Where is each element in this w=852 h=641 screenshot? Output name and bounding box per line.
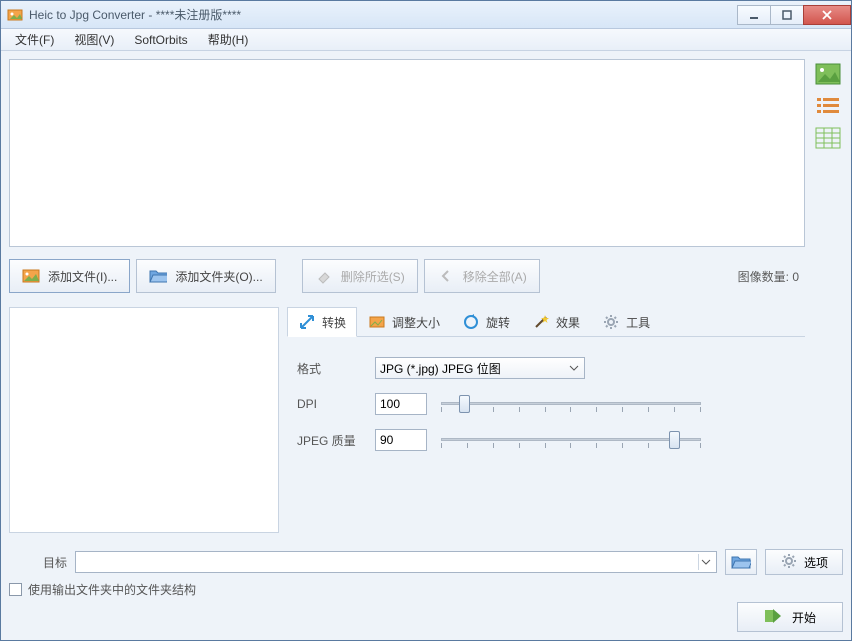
tab-label: 转换	[322, 314, 346, 331]
view-details-button[interactable]	[815, 127, 841, 149]
preview-pane	[9, 307, 279, 533]
menu-file[interactable]: 文件(F)	[5, 29, 64, 50]
folder-icon	[149, 267, 167, 285]
format-combo[interactable]: JPG (*.jpg) JPEG 位图	[375, 357, 585, 379]
app-window: Heic to Jpg Converter - ****未注册版**** 文件(…	[0, 0, 852, 641]
titlebar: Heic to Jpg Converter - ****未注册版****	[1, 1, 851, 29]
rotate-icon	[462, 313, 480, 331]
main-column: 添加文件(I)... 添加文件夹(O)... 删除所选(S) 移除全部(A) 图…	[9, 59, 805, 535]
view-switcher	[813, 59, 843, 535]
add-folder-button[interactable]: 添加文件夹(O)...	[136, 259, 275, 293]
folder-structure-checkbox[interactable]	[9, 583, 22, 596]
quality-row: JPEG 质量 90	[297, 429, 795, 451]
tab-resize[interactable]: 调整大小	[357, 307, 451, 336]
menubar: 文件(F) 视图(V) SoftOrbits 帮助(H)	[1, 29, 851, 51]
checkbox-label: 使用输出文件夹中的文件夹结构	[28, 581, 196, 598]
tab-tools[interactable]: 工具	[591, 307, 661, 336]
view-list-button[interactable]	[815, 95, 841, 117]
file-toolbar: 添加文件(I)... 添加文件夹(O)... 删除所选(S) 移除全部(A) 图…	[9, 259, 805, 293]
tab-label: 调整大小	[392, 314, 440, 331]
bottom-panel: 目标 选项 使用输出文件夹中的文件夹结构 开始	[1, 543, 851, 640]
chevron-down-icon	[698, 554, 714, 570]
start-button[interactable]: 开始	[737, 602, 843, 632]
view-thumbnails-button[interactable]	[815, 63, 841, 85]
start-row: 开始	[9, 602, 843, 632]
button-label: 选项	[804, 554, 828, 571]
quality-slider[interactable]	[441, 429, 701, 451]
browse-folder-button[interactable]	[725, 549, 757, 575]
dpi-row: DPI 100	[297, 393, 795, 415]
button-label: 添加文件夹(O)...	[175, 268, 262, 285]
tab-rotate[interactable]: 旋转	[451, 307, 521, 336]
format-row: 格式 JPG (*.jpg) JPEG 位图	[297, 357, 795, 379]
combo-value: JPG (*.jpg) JPEG 位图	[380, 360, 501, 377]
close-button[interactable]	[803, 5, 851, 25]
file-list[interactable]	[9, 59, 805, 247]
tab-effects[interactable]: 效果	[521, 307, 591, 336]
tab-label: 工具	[626, 314, 650, 331]
folder-structure-row: 使用输出文件夹中的文件夹结构	[9, 581, 843, 598]
wand-icon	[532, 313, 550, 331]
remove-all-button[interactable]: 移除全部(A)	[424, 259, 540, 293]
settings-pane: 转换 调整大小 旋转 效果	[287, 307, 805, 533]
minimize-button[interactable]	[737, 5, 771, 25]
dpi-input[interactable]: 100	[375, 393, 427, 415]
window-title: Heic to Jpg Converter - ****未注册版****	[29, 6, 738, 23]
image-icon	[22, 267, 40, 285]
image-count-label: 图像数量: 0	[738, 268, 805, 285]
menu-softorbits[interactable]: SoftOrbits	[124, 31, 197, 49]
options-button[interactable]: 选项	[765, 549, 843, 575]
convert-icon	[298, 313, 316, 331]
target-label: 目标	[9, 554, 67, 571]
tab-label: 效果	[556, 314, 580, 331]
convert-tab-body: 格式 JPG (*.jpg) JPEG 位图 DPI 100	[287, 337, 805, 533]
quality-label: JPEG 质量	[297, 432, 361, 449]
chevron-left-icon	[437, 267, 455, 285]
lower-panels: 转换 调整大小 旋转 效果	[9, 307, 805, 533]
target-combo[interactable]	[75, 551, 717, 573]
format-label: 格式	[297, 360, 361, 377]
dpi-label: DPI	[297, 397, 361, 411]
app-icon	[7, 7, 23, 23]
button-label: 开始	[792, 609, 816, 626]
menu-view[interactable]: 视图(V)	[64, 29, 124, 50]
maximize-button[interactable]	[770, 5, 804, 25]
play-icon	[764, 608, 782, 627]
remove-selected-button[interactable]: 删除所选(S)	[302, 259, 418, 293]
window-controls	[738, 5, 851, 25]
content-area: 添加文件(I)... 添加文件夹(O)... 删除所选(S) 移除全部(A) 图…	[1, 51, 851, 543]
add-files-button[interactable]: 添加文件(I)...	[9, 259, 130, 293]
button-label: 移除全部(A)	[463, 268, 527, 285]
chevron-down-icon	[566, 360, 582, 376]
gear-icon	[602, 313, 620, 331]
button-label: 添加文件(I)...	[48, 268, 117, 285]
dpi-slider[interactable]	[441, 393, 701, 415]
tabstrip: 转换 调整大小 旋转 效果	[287, 307, 805, 337]
tab-convert[interactable]: 转换	[287, 307, 357, 337]
eraser-icon	[315, 267, 333, 285]
gear-icon	[780, 552, 798, 573]
resize-icon	[368, 313, 386, 331]
target-row: 目标 选项	[9, 549, 843, 575]
quality-input[interactable]: 90	[375, 429, 427, 451]
tab-label: 旋转	[486, 314, 510, 331]
menu-help[interactable]: 帮助(H)	[198, 29, 259, 50]
button-label: 删除所选(S)	[341, 268, 405, 285]
